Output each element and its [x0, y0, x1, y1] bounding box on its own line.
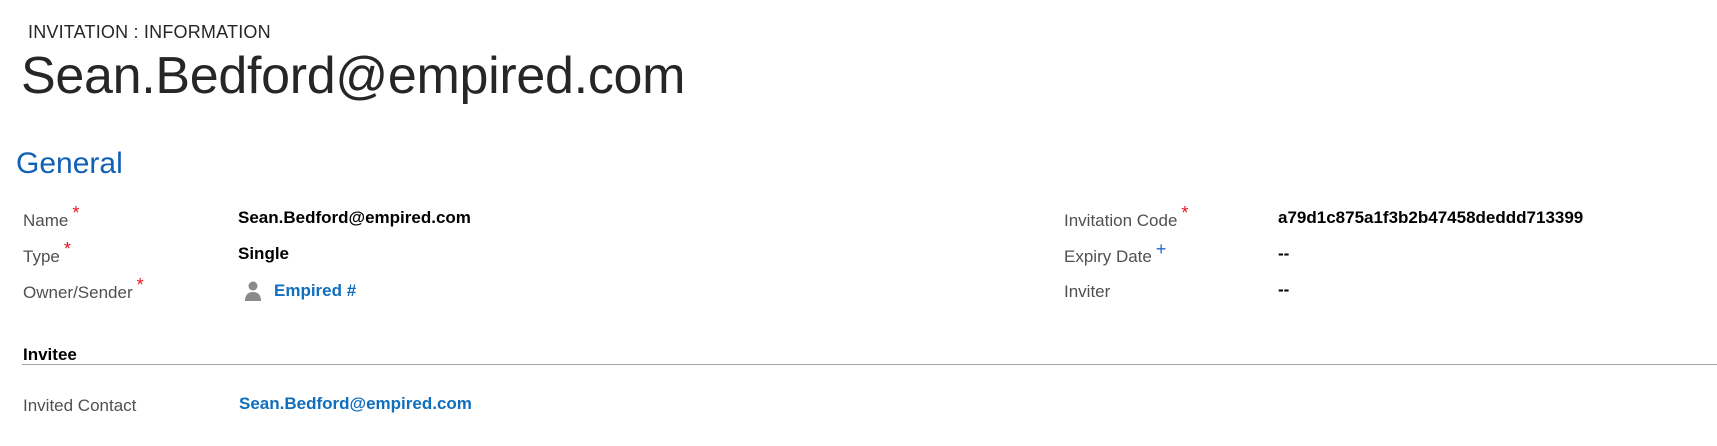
owner-label-text: Owner/Sender — [23, 283, 133, 302]
inviter-label: Inviter — [1064, 282, 1111, 301]
required-marker: * — [63, 239, 71, 259]
entity-type-label: INVITATION : INFORMATION — [28, 22, 271, 42]
owner-label: Owner/Sender * — [23, 275, 144, 303]
invited-contact-label: Invited Contact — [23, 396, 137, 415]
invitation-code-value[interactable]: a79d1c875a1f3b2b47458deddd713399 — [1278, 208, 1583, 228]
section-title-invitee: Invitee — [23, 345, 77, 364]
required-marker: * — [136, 275, 144, 295]
name-label-text: Name — [23, 211, 69, 230]
expiry-date-label: Expiry Date + — [1064, 239, 1166, 267]
type-value[interactable]: Single — [238, 244, 289, 264]
section-title-general: General — [16, 147, 123, 180]
type-label-text: Type — [23, 247, 60, 266]
expiry-date-label-text: Expiry Date — [1064, 247, 1152, 266]
inviter-value[interactable]: -- — [1278, 280, 1289, 300]
type-label: Type * — [23, 239, 71, 267]
invitation-code-label-text: Invitation Code — [1064, 211, 1178, 230]
owner-link[interactable]: Empired # — [274, 281, 356, 301]
invited-contact-link[interactable]: Sean.Bedford@empired.com — [239, 394, 472, 414]
owner-field[interactable]: Empired # — [244, 280, 356, 302]
name-label: Name * — [23, 203, 79, 231]
required-marker: * — [1181, 203, 1189, 223]
person-icon — [245, 281, 261, 301]
recommended-marker: + — [1155, 239, 1167, 259]
invitation-code-label: Invitation Code * — [1064, 203, 1188, 231]
required-marker: * — [72, 203, 80, 223]
name-value[interactable]: Sean.Bedford@empired.com — [238, 208, 471, 228]
invitation-form: INVITATION : INFORMATION Sean.Bedford@em… — [0, 0, 1717, 446]
section-divider — [22, 364, 1717, 365]
record-title: Sean.Bedford@empired.com — [21, 47, 686, 105]
expiry-date-value[interactable]: -- — [1278, 244, 1289, 264]
